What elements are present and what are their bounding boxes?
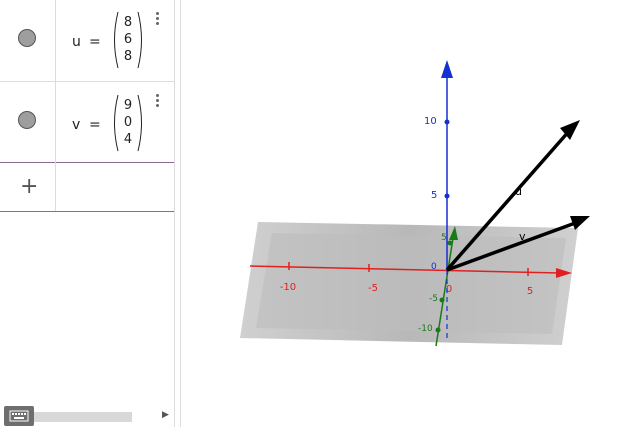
component-x: 8 — [123, 15, 133, 30]
x-tick-label: 5 — [527, 286, 533, 297]
y-tick-label: 5 — [441, 233, 447, 243]
vector-v-label: v — [519, 230, 526, 243]
vector-name-u: u — [72, 34, 81, 50]
x-tick-label: -10 — [280, 282, 296, 293]
vector-v-components: 9 0 4 — [110, 93, 146, 153]
y-tick — [435, 327, 441, 333]
equals-sign: = — [89, 34, 101, 50]
vector-name-v: v — [72, 117, 81, 133]
input-plus-cell: + — [0, 162, 56, 211]
view-splitter[interactable] — [174, 0, 181, 427]
algebra-view: u = 8 6 8 v = 9 0 4 + ▶ — [0, 0, 174, 427]
vector-u-components: 8 6 8 — [110, 10, 146, 70]
component-y: 0 — [123, 115, 133, 130]
x-tick-label: -5 — [368, 283, 378, 294]
marble-cell — [0, 82, 56, 162]
y-tick — [439, 297, 445, 303]
marble-cell — [0, 0, 56, 81]
component-z: 8 — [123, 49, 133, 64]
y-tick-label: -10 — [418, 324, 433, 334]
graphics-3d-view[interactable]: -10 -5 0 5 5 -5 -10 10 5 0 u v — [181, 0, 639, 427]
add-item-icon[interactable]: + — [20, 174, 38, 199]
y-tick-label: -5 — [429, 294, 438, 304]
visibility-toggle-v[interactable] — [18, 111, 36, 129]
vector-component-list: 9 0 4 — [110, 97, 146, 148]
z-tick-label: 10 — [424, 116, 437, 127]
algebra-row-v[interactable]: v = 9 0 4 — [0, 82, 174, 163]
z-axis-arrow-icon — [441, 60, 453, 78]
graphics-canvas[interactable]: -10 -5 0 5 5 -5 -10 10 5 0 u v — [181, 0, 639, 427]
visibility-toggle-u[interactable] — [18, 29, 36, 47]
xy-plane-inner — [256, 233, 566, 334]
more-options-icon[interactable] — [156, 94, 160, 109]
scroll-right-icon[interactable]: ▶ — [162, 410, 169, 420]
z-tick — [444, 119, 450, 125]
input-bar[interactable]: + — [0, 162, 174, 212]
component-z: 4 — [123, 132, 133, 147]
algebra-row-u[interactable]: u = 8 6 8 — [0, 0, 174, 82]
vector-v-arrow-icon — [570, 216, 590, 230]
equals-sign: = — [89, 117, 101, 133]
vector-component-list: 8 6 8 — [110, 14, 146, 65]
keyboard-icon — [9, 410, 29, 422]
component-x: 9 — [123, 98, 133, 113]
more-options-icon[interactable] — [156, 12, 160, 27]
z-tick — [444, 193, 450, 199]
horizontal-scrollbar[interactable] — [34, 412, 132, 422]
vector-u-label: u — [515, 185, 522, 198]
keyboard-button[interactable] — [4, 406, 34, 426]
origin-label: 0 — [431, 262, 437, 272]
component-y: 6 — [123, 32, 133, 47]
z-tick-label: 5 — [431, 190, 437, 201]
algebra-bottom-bar: ▶ — [0, 406, 174, 427]
y-tick — [447, 240, 453, 246]
